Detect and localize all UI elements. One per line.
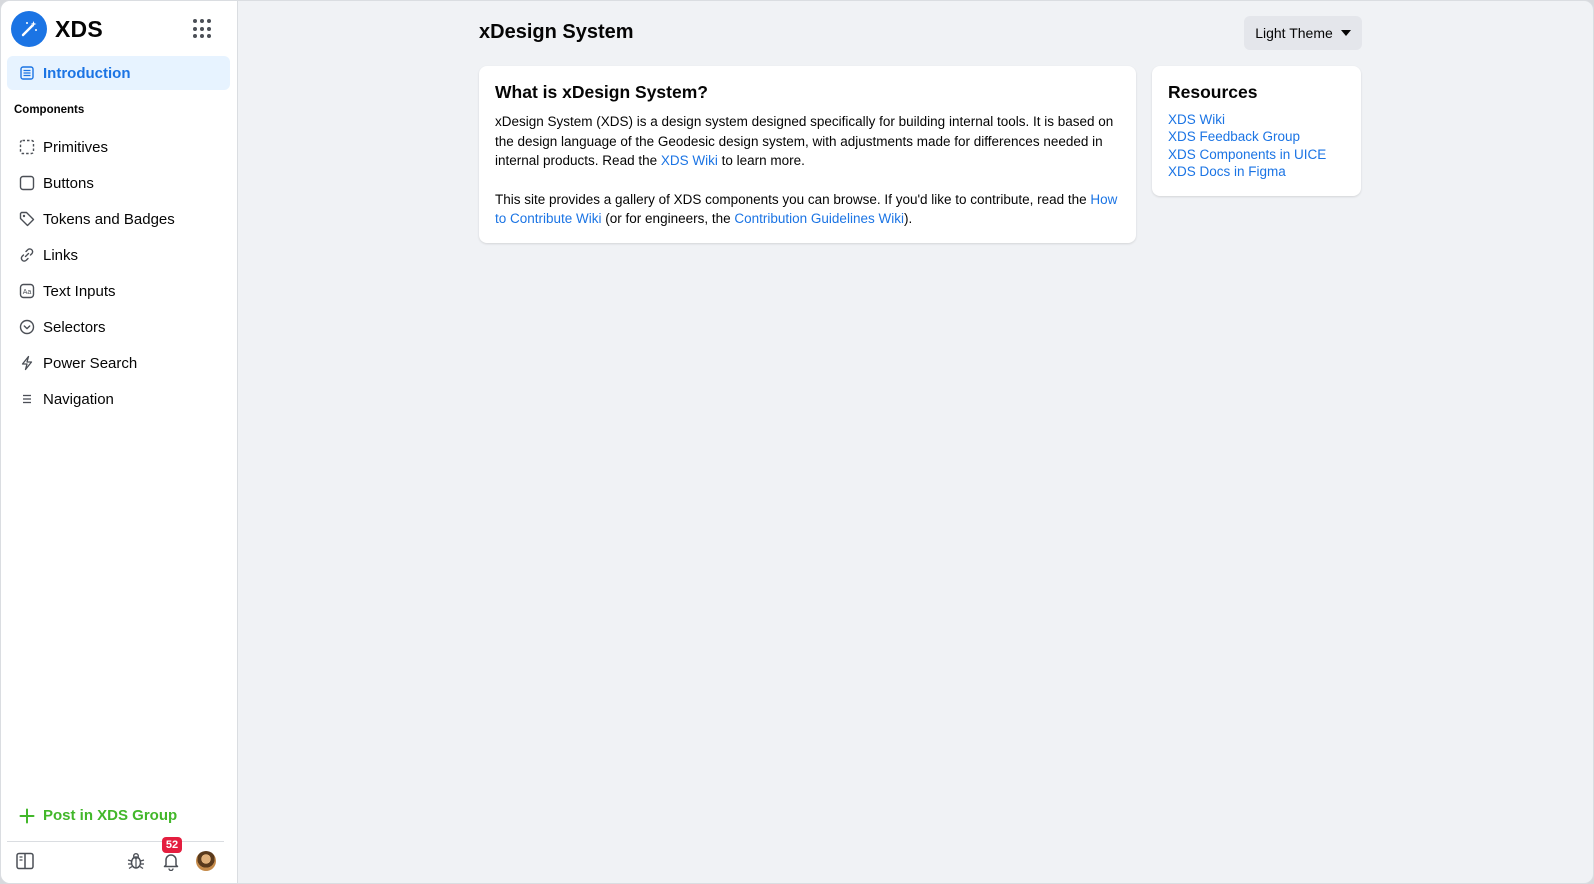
sidebar-item-label: Selectors: [43, 318, 106, 336]
sidebar-item-navigation[interactable]: Navigation: [7, 381, 230, 417]
magic-wand-logo-icon: [11, 11, 47, 47]
intro-text: to learn more.: [717, 153, 805, 168]
sidebar-item-introduction[interactable]: Introduction: [7, 56, 230, 90]
sidebar-item-label: Links: [43, 246, 79, 264]
notifications-bell-icon[interactable]: [161, 851, 181, 876]
post-in-group-button[interactable]: Post in XDS Group: [19, 807, 177, 824]
intro-paragraph-2: This site provides a gallery of XDS comp…: [495, 190, 1120, 229]
sidebar-collapse-icon[interactable]: [15, 851, 35, 876]
sidebar-item-label: Text Inputs: [43, 282, 116, 300]
sidebar-item-label: Introduction: [43, 64, 131, 82]
intro-paragraph-1: xDesign System (XDS) is a design system …: [495, 112, 1120, 171]
resource-link-xds-wiki[interactable]: XDS Wiki: [1168, 111, 1345, 128]
user-avatar[interactable]: [196, 851, 216, 871]
xds-wiki-link[interactable]: XDS Wiki: [661, 153, 718, 168]
sidebar-item-label: Primitives: [43, 138, 109, 156]
resources-heading: Resources: [1168, 82, 1258, 102]
intro-text: ).: [903, 211, 913, 226]
text-aa-icon: Aa: [19, 283, 35, 299]
sidebar-item-buttons[interactable]: Buttons: [7, 165, 230, 201]
section-title-components: Components: [14, 104, 85, 116]
components-nav: Primitives Buttons Tokens and Badges Lin…: [7, 129, 230, 417]
resource-link-docs-figma[interactable]: XDS Docs in Figma: [1168, 163, 1345, 180]
resource-link-components-uice[interactable]: XDS Components in UICE: [1168, 146, 1345, 163]
tag-icon: [19, 211, 35, 227]
theme-selector-button[interactable]: Light Theme: [1244, 16, 1362, 50]
dashed-square-icon: [19, 139, 35, 155]
app-window: XDS Introduction Components Primitives B…: [0, 0, 1594, 884]
footer-divider: [7, 841, 224, 842]
sidebar-item-selectors[interactable]: Selectors: [7, 309, 230, 345]
sidebar-item-label: Navigation: [43, 390, 114, 408]
svg-text:Aa: Aa: [23, 289, 32, 296]
chevron-circle-icon: [19, 319, 35, 335]
square-icon: [19, 175, 35, 191]
document-list-icon: [19, 65, 35, 81]
plus-icon: [19, 808, 35, 824]
contribution-guidelines-link[interactable]: Contribution Guidelines Wiki: [734, 211, 904, 226]
intro-text: This site provides a gallery of XDS comp…: [495, 191, 1091, 207]
post-in-group-label: Post in XDS Group: [43, 807, 178, 824]
caret-down-icon: [1340, 30, 1351, 36]
intro-card-heading: What is xDesign System?: [495, 82, 708, 102]
sidebar-item-label: Tokens and Badges: [43, 210, 175, 228]
sidebar-item-label: Power Search: [43, 354, 138, 372]
sidebar-item-primitives[interactable]: Primitives: [7, 129, 230, 165]
sidebar-item-links[interactable]: Links: [7, 237, 230, 273]
notification-count-badge: 52: [162, 837, 182, 853]
page-title: xDesign System: [479, 21, 634, 43]
intro-card: What is xDesign System? xDesign System (…: [479, 66, 1136, 243]
link-icon: [19, 247, 35, 263]
sidebar-item-power-search[interactable]: Power Search: [7, 345, 230, 381]
resources-card: Resources XDS Wiki XDS Feedback Group XD…: [1152, 66, 1361, 196]
bug-report-icon[interactable]: [126, 851, 146, 876]
sidebar-item-label: Buttons: [43, 174, 94, 192]
resource-link-feedback-group[interactable]: XDS Feedback Group: [1168, 128, 1345, 145]
lightning-icon: [19, 355, 35, 371]
apps-grid-icon[interactable]: [193, 19, 213, 39]
sidebar-footer: 52: [1, 837, 237, 883]
sidebar: XDS Introduction Components Primitives B…: [1, 1, 238, 883]
brand[interactable]: XDS: [11, 11, 103, 47]
theme-selector-label: Light Theme: [1255, 25, 1333, 41]
intro-text: (or for engineers, the: [601, 211, 735, 226]
sidebar-item-tokens-and-badges[interactable]: Tokens and Badges: [7, 201, 230, 237]
sidebar-item-text-inputs[interactable]: Aa Text Inputs: [7, 273, 230, 309]
menu-lines-icon: [19, 391, 35, 407]
brand-title: XDS: [55, 15, 103, 42]
